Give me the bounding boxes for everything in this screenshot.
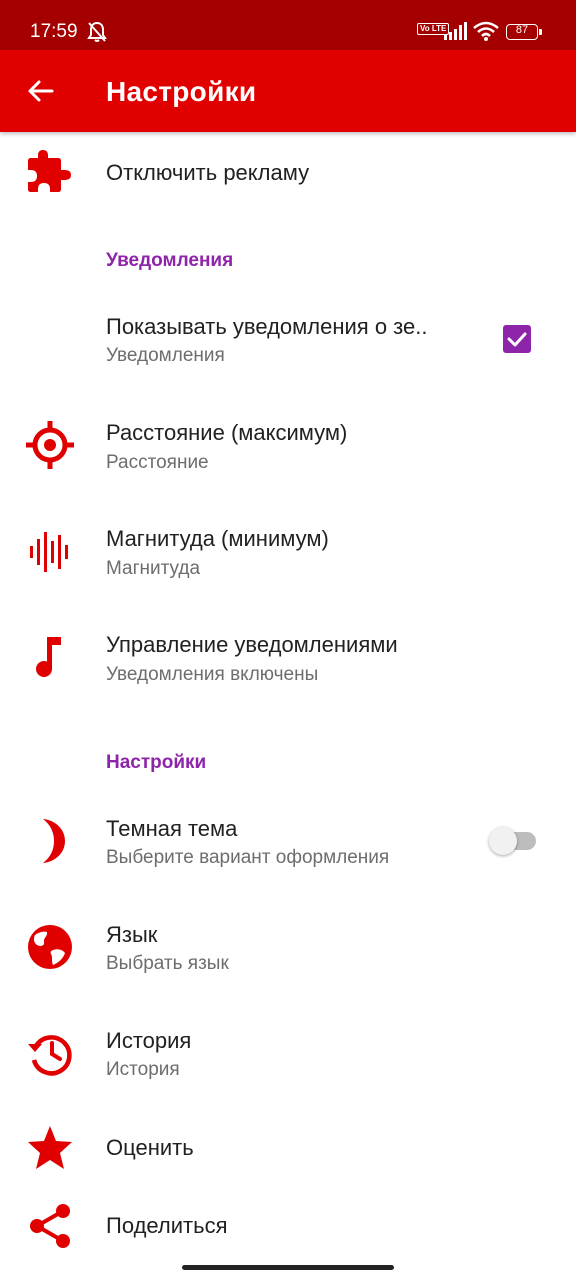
waveform-icon — [30, 532, 68, 572]
app-bar: Настройки — [0, 50, 576, 132]
distance-subtitle: Расстояние — [106, 452, 209, 473]
section-header-settings: Настройки — [106, 752, 207, 773]
globe-icon — [28, 925, 72, 969]
section-header-notifications: Уведомления — [106, 250, 234, 271]
language-item[interactable]: Язык Выбрать язык — [0, 906, 576, 996]
battery-level: 87 — [515, 24, 529, 36]
share-icon — [30, 1204, 70, 1248]
status-time: 17:59 — [30, 21, 78, 42]
dark-theme-subtitle: Выберите вариант оформления — [106, 847, 390, 868]
share-item[interactable]: Поделиться — [0, 1196, 576, 1258]
moon-icon — [43, 819, 65, 863]
check-icon — [507, 332, 527, 347]
dark-theme-switch-thumb[interactable] — [489, 827, 517, 855]
star-icon — [28, 1126, 72, 1169]
distance-title: Расстояние (максимум) — [106, 420, 348, 445]
signal-icon — [444, 22, 467, 40]
history-item[interactable]: История История — [0, 1012, 576, 1102]
music-note-icon — [36, 637, 61, 677]
gesture-nav-handle[interactable] — [182, 1265, 394, 1270]
page-title: Настройки — [106, 76, 257, 107]
language-title: Язык — [106, 922, 158, 947]
dark-theme-item[interactable]: Темная тема Выберите вариант оформления — [0, 800, 576, 890]
rate-title: Оценить — [106, 1135, 194, 1160]
share-title: Поделиться — [106, 1213, 228, 1238]
dark-theme-title: Темная тема — [106, 816, 238, 841]
show-notifications-checkbox[interactable] — [503, 325, 531, 353]
target-icon — [26, 421, 74, 469]
wifi-icon — [473, 21, 499, 41]
bell-off-icon — [87, 21, 107, 42]
history-title: История — [106, 1028, 192, 1053]
history-subtitle: История — [106, 1059, 180, 1080]
disable-ads-item[interactable]: Отключить рекламу — [0, 132, 576, 216]
manage-notifications-subtitle: Уведомления включены — [106, 664, 319, 685]
magnitude-title: Магнитуда (минимум) — [106, 526, 329, 551]
disable-ads-title: Отключить рекламу — [106, 160, 310, 185]
magnitude-subtitle: Магнитуда — [106, 558, 201, 579]
manage-notifications-item[interactable]: Управление уведомлениями Уведомления вкл… — [0, 618, 576, 708]
magnitude-item[interactable]: Магнитуда (минимум) Магнитуда — [0, 512, 576, 602]
arrow-back-icon[interactable] — [24, 75, 56, 107]
puzzle-icon — [28, 150, 71, 192]
history-icon — [28, 1035, 72, 1076]
battery-icon: 87 — [506, 24, 538, 40]
show-notifications-item[interactable]: Показывать уведомления о зе.. Уведомлени… — [0, 300, 576, 380]
manage-notifications-title: Управление уведомлениями — [106, 632, 398, 657]
show-notifications-title: Показывать уведомления о зе.. — [106, 314, 428, 339]
show-notifications-subtitle: Уведомления — [106, 345, 225, 366]
status-bar: 17:59 Vo LTE 87 — [0, 0, 576, 50]
rate-item[interactable]: Оценить — [0, 1118, 576, 1180]
language-subtitle: Выбрать язык — [106, 953, 229, 974]
distance-item[interactable]: Расстояние (максимум) Расстояние — [0, 406, 576, 496]
battery-tip — [539, 29, 542, 35]
